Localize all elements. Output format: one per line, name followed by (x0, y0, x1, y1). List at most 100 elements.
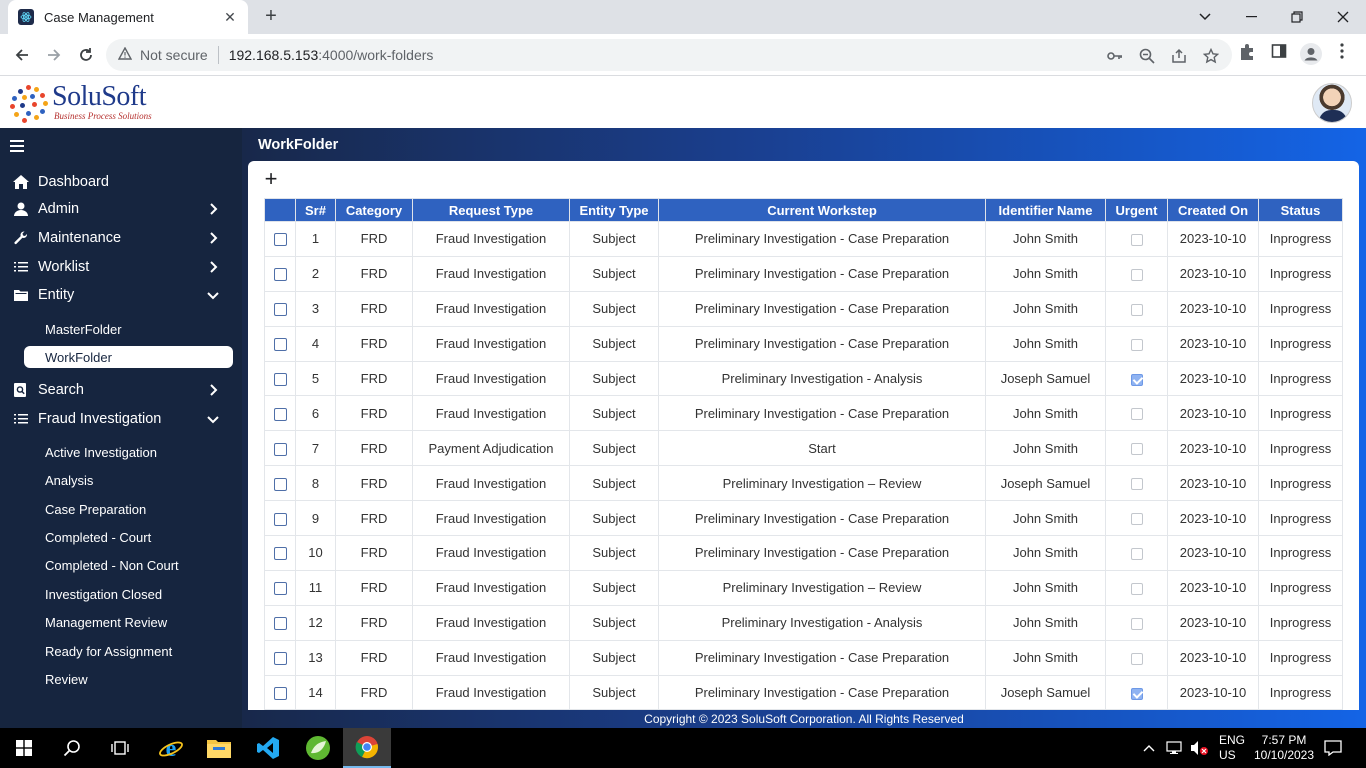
table-row[interactable]: 1 FRD Fraud Investigation Subject Preliminar… (264, 221, 1343, 257)
row-select-checkbox[interactable] (273, 338, 287, 352)
taskbar-search-icon[interactable] (48, 728, 96, 768)
sidebar-item-search[interactable]: Search (0, 376, 242, 404)
table-row[interactable]: 13 FRD Fraud Investigation Subject Prelimina… (264, 639, 1343, 676)
sidebar-item-fraud-investigation[interactable]: Fraud Investigation (0, 405, 242, 433)
sidebar-item-worklist[interactable]: Worklist (0, 253, 242, 281)
url-text[interactable]: 192.168.5.153:4000/work-folders (229, 47, 434, 63)
side-panel-icon[interactable] (1271, 43, 1287, 59)
sidebar-item-entity[interactable]: Entity (0, 281, 242, 309)
row-select-checkbox[interactable] (273, 407, 287, 421)
row-select-checkbox[interactable] (273, 512, 287, 526)
urgent-checkbox[interactable] (1130, 338, 1143, 351)
row-select-checkbox[interactable] (273, 652, 287, 666)
urgent-checkbox[interactable] (1130, 582, 1143, 595)
tray-chevron-up-icon[interactable] (1143, 728, 1155, 768)
minimize-button[interactable] (1228, 0, 1274, 34)
sidebar-item-admin[interactable]: Admin (0, 195, 242, 223)
sidebar-sub-ready-for-assignment[interactable]: Ready for Assignment (24, 640, 233, 662)
urgent-checkbox[interactable] (1130, 408, 1143, 421)
table-row[interactable]: 8 FRD Fraud Investigation Subject Preliminar… (264, 465, 1343, 502)
language-indicator[interactable]: ENG US (1219, 728, 1245, 768)
sidebar-sub-management-review[interactable]: Management Review (24, 611, 233, 633)
sidebar-item-dashboard[interactable]: Dashboard (0, 168, 242, 196)
share-icon[interactable] (1170, 47, 1188, 65)
tab-close-icon[interactable]: ✕ (222, 9, 238, 26)
table-row[interactable]: 3 FRD Fraud Investigation Subject Preliminar… (264, 290, 1343, 327)
header-created-on[interactable]: Created On (1167, 198, 1259, 222)
urgent-checkbox[interactable] (1130, 548, 1143, 561)
row-select-checkbox[interactable] (273, 442, 287, 456)
row-select-checkbox[interactable] (273, 373, 287, 387)
header-sr[interactable]: Sr# (295, 198, 336, 222)
urgent-checkbox[interactable] (1130, 617, 1143, 630)
header-urgent[interactable]: Urgent (1105, 198, 1168, 222)
table-row[interactable]: 11 FRD Fraud Investigation Subject Prelimina… (264, 569, 1343, 606)
urgent-checkbox[interactable] (1130, 303, 1143, 316)
sidebar-sub-review[interactable]: Review (24, 668, 233, 690)
sidebar-sub-case-preparation[interactable]: Case Preparation (24, 498, 233, 520)
header-current-workstep[interactable]: Current Workstep (658, 198, 986, 222)
not-secure-label[interactable]: Not secure (140, 47, 208, 63)
file-explorer-icon[interactable] (195, 728, 243, 768)
chrome-icon[interactable] (343, 728, 391, 768)
row-select-checkbox[interactable] (273, 233, 287, 247)
restore-button[interactable] (1274, 0, 1320, 34)
row-select-checkbox[interactable] (273, 303, 287, 317)
header-category[interactable]: Category (335, 198, 413, 222)
profile-icon[interactable] (1300, 43, 1322, 65)
key-icon[interactable] (1106, 47, 1124, 65)
row-select-checkbox[interactable] (273, 268, 287, 282)
close-window-button[interactable] (1320, 0, 1366, 34)
header-status[interactable]: Status (1258, 198, 1343, 222)
forward-button[interactable] (42, 43, 66, 67)
header-entity-type[interactable]: Entity Type (569, 198, 659, 222)
row-select-checkbox[interactable] (273, 547, 287, 561)
hamburger-menu-icon[interactable] (10, 140, 24, 155)
browser-menu-icon[interactable] (1340, 43, 1344, 59)
omnibox[interactable]: Not secure 192.168.5.153:4000/work-folde… (106, 39, 1232, 71)
warning-icon[interactable] (117, 46, 133, 63)
sidebar-item-maintenance[interactable]: Maintenance (0, 224, 242, 252)
volume-muted-icon[interactable] (1190, 728, 1210, 768)
urgent-checkbox[interactable] (1130, 443, 1143, 456)
network-icon[interactable] (1166, 728, 1184, 768)
table-row[interactable]: 2 FRD Fraud Investigation Subject Preliminar… (264, 255, 1343, 292)
browser-tab[interactable]: Case Management ✕ (8, 0, 248, 34)
extensions-icon[interactable] (1238, 43, 1256, 61)
sidebar-sub-active-investigation[interactable]: Active Investigation (24, 441, 233, 463)
header-request-type[interactable]: Request Type (412, 198, 570, 222)
new-tab-button[interactable]: + (260, 6, 282, 28)
sidebar-sub-completed-court[interactable]: Completed - Court (24, 526, 233, 548)
urgent-checkbox[interactable] (1130, 373, 1143, 386)
internet-explorer-icon[interactable]: e (147, 728, 195, 768)
spring-tools-icon[interactable] (294, 728, 342, 768)
vscode-icon[interactable] (244, 728, 292, 768)
row-select-checkbox[interactable] (273, 477, 287, 491)
sidebar-sub-analysis[interactable]: Analysis (24, 469, 233, 491)
table-row[interactable]: 7 FRD Payment Adjudication Subject Start John… (264, 430, 1343, 467)
table-row[interactable]: 10 FRD Fraud Investigation Subject Prelimina… (264, 535, 1343, 571)
urgent-checkbox[interactable] (1130, 513, 1143, 526)
bookmark-star-icon[interactable] (1202, 47, 1220, 65)
table-row[interactable]: 9 FRD Fraud Investigation Subject Preliminar… (264, 500, 1343, 537)
sidebar-sub-workfolder[interactable]: WorkFolder (24, 346, 233, 368)
windows-start-icon[interactable] (0, 728, 48, 768)
sidebar-sub-masterfolder[interactable]: MasterFolder (24, 318, 233, 340)
solusoft-logo[interactable]: SoluSoft Business Process Solutions (10, 83, 152, 123)
notification-icon[interactable] (1324, 728, 1342, 768)
urgent-checkbox[interactable] (1130, 234, 1143, 246)
back-button[interactable] (10, 43, 34, 67)
row-select-checkbox[interactable] (273, 582, 287, 596)
clock[interactable]: 7:57 PM 10/10/2023 (1250, 728, 1318, 768)
urgent-checkbox[interactable] (1130, 687, 1143, 700)
sidebar-sub-investigation-closed[interactable]: Investigation Closed (24, 583, 233, 605)
user-avatar[interactable] (1312, 83, 1352, 123)
table-row[interactable]: 4 FRD Fraud Investigation Subject Preliminar… (264, 325, 1343, 362)
zoom-icon[interactable] (1138, 47, 1156, 65)
table-row[interactable]: 6 FRD Fraud Investigation Subject Preliminar… (264, 395, 1343, 432)
table-row[interactable]: 5 FRD Fraud Investigation Subject Preliminar… (264, 360, 1343, 397)
urgent-checkbox[interactable] (1130, 652, 1143, 665)
row-select-checkbox[interactable] (273, 617, 287, 631)
task-view-icon[interactable] (96, 728, 144, 768)
sidebar-sub-completed-non-court[interactable]: Completed - Non Court (24, 554, 233, 576)
